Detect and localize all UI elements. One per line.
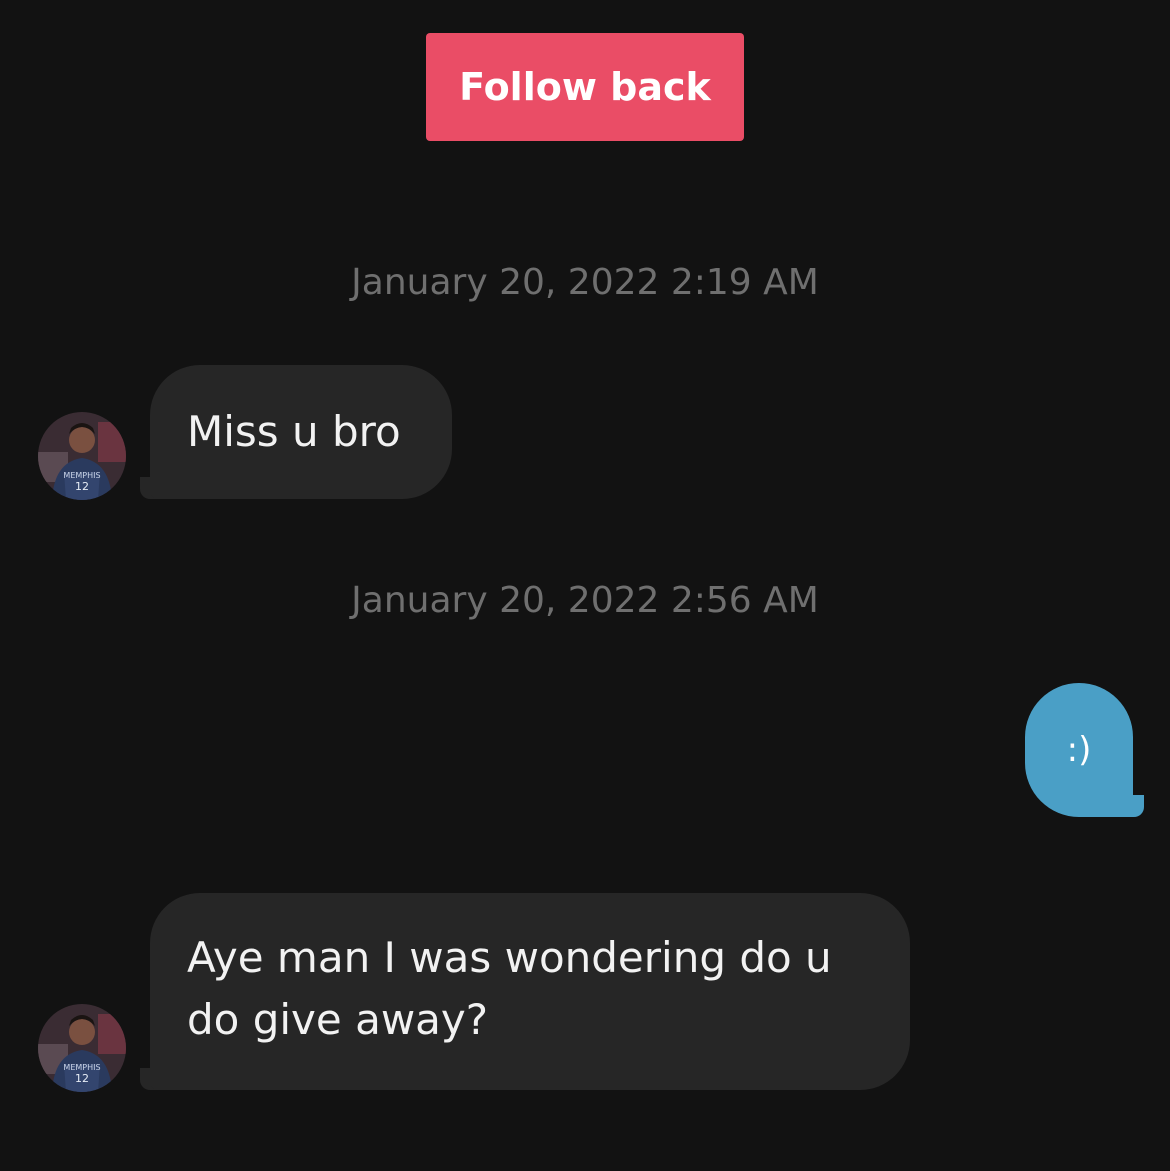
incoming-message-bubble[interactable]: Aye man I was wondering do u do give awa… <box>150 893 910 1090</box>
incoming-message-bubble[interactable]: Miss u bro <box>150 365 452 499</box>
message-text: Miss u bro <box>187 407 401 456</box>
svg-text:12: 12 <box>75 1072 89 1085</box>
svg-text:12: 12 <box>75 480 89 493</box>
avatar[interactable]: MEMPHIS 12 <box>38 412 126 500</box>
message-timestamp: January 20, 2022 2:56 AM <box>351 580 819 621</box>
message-text: :) <box>1066 730 1092 770</box>
avatar-image: MEMPHIS 12 <box>38 412 126 500</box>
message-timestamp: January 20, 2022 2:19 AM <box>351 262 819 303</box>
avatar[interactable]: MEMPHIS 12 <box>38 1004 126 1092</box>
svg-text:MEMPHIS: MEMPHIS <box>63 471 100 480</box>
outgoing-message-bubble[interactable]: :) <box>1025 683 1133 817</box>
avatar-image: MEMPHIS 12 <box>38 1004 126 1092</box>
follow-back-button[interactable]: Follow back <box>426 33 744 141</box>
message-text: Aye man I was wondering do u do give awa… <box>187 933 832 1044</box>
svg-text:MEMPHIS: MEMPHIS <box>63 1063 100 1072</box>
